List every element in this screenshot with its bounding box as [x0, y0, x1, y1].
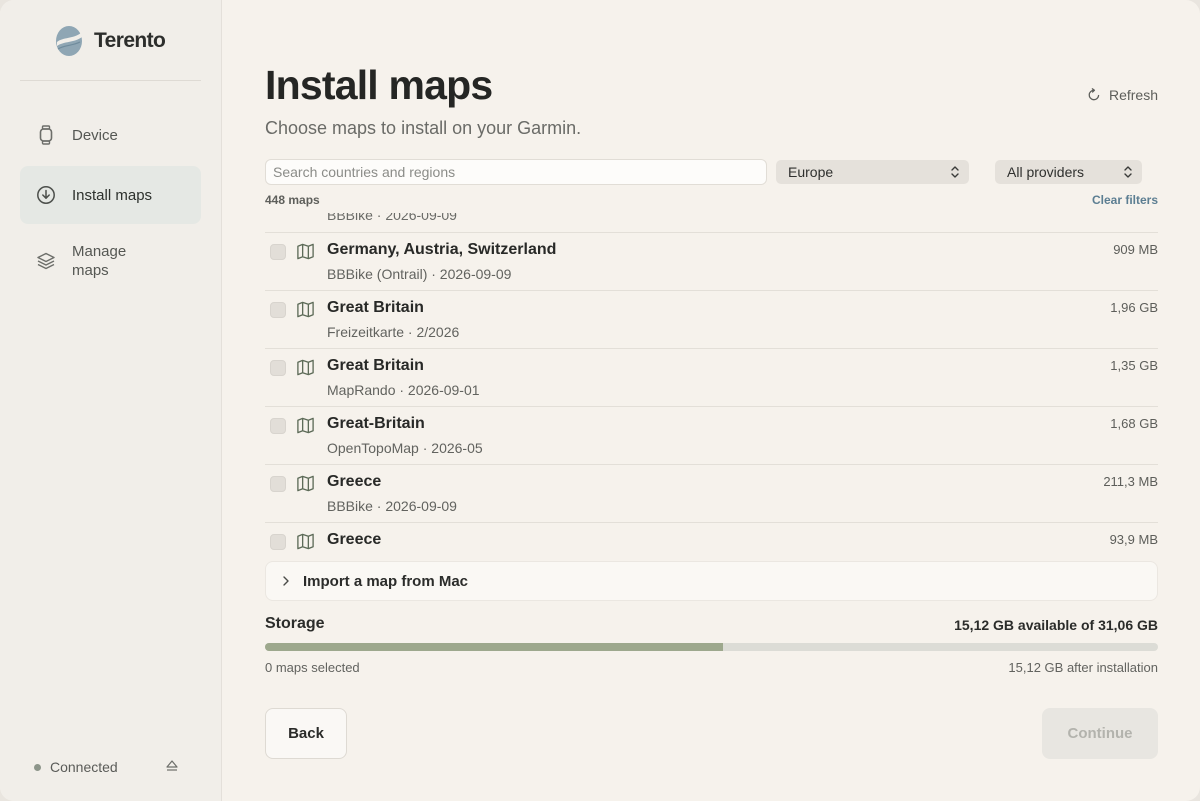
main-content: Install maps Choose maps to install on y…	[222, 0, 1200, 801]
map-meta: BBBike · 2026-09-09	[327, 498, 457, 514]
map-meta: BBBike (Ontrail) · 2026-09-09	[327, 266, 512, 282]
map-size: 909 MB	[1113, 242, 1158, 257]
refresh-label: Refresh	[1108, 87, 1158, 103]
map-name: Germany, Austria, Switzerland	[327, 241, 557, 258]
map-checkbox[interactable]	[270, 476, 286, 492]
connection-status: Connected	[34, 759, 184, 775]
download-circle-icon	[36, 185, 56, 205]
list-item[interactable]: Greece BBBike · 2026-09-09 211,3 MB	[265, 465, 1158, 523]
list-item[interactable]: Germany, Austria, Switzerland BBBike (Ont…	[265, 233, 1158, 291]
region-select[interactable]: Europe	[776, 160, 969, 184]
sidebar-item-device[interactable]: Device	[20, 106, 201, 164]
map-icon	[296, 358, 315, 377]
map-size: 93,9 MB	[1109, 532, 1158, 547]
map-meta: MapRando · 2026-09-01	[327, 382, 480, 398]
list-item[interactable]: Great-Britain OpenTopoMap · 2026-05 1,68 G…	[265, 407, 1158, 465]
refresh-button[interactable]: Refresh	[1087, 87, 1158, 103]
map-icon	[296, 416, 315, 435]
map-icon	[296, 242, 315, 261]
sidebar-item-label: Device	[72, 126, 118, 144]
status-dot	[34, 763, 41, 771]
import-label: Import a map from Mac	[303, 572, 469, 590]
eject-icon[interactable]	[166, 759, 178, 773]
status-label: Connected	[50, 759, 118, 775]
page-subtitle: Choose maps to install on your Garmin.	[265, 118, 582, 138]
list-item[interactable]: Greece 93,9 MB	[265, 523, 1158, 554]
region-select-value: Europe	[788, 164, 834, 180]
sidebar-item-label: Install maps	[72, 186, 153, 204]
clear-filters-link[interactable]: Clear filters	[1092, 193, 1158, 207]
map-name: Great Britain	[327, 299, 424, 316]
sidebar-item-install-maps[interactable]: Install maps	[20, 166, 201, 224]
map-name: Greece	[327, 473, 382, 490]
map-count: 448 maps	[265, 193, 320, 207]
list-item[interactable]: Great Britain Freizeitkarte · 2/2026 1,96 …	[265, 291, 1158, 349]
map-checkbox[interactable]	[270, 244, 286, 260]
chevron-right-icon	[283, 576, 289, 586]
map-size: 211,3 MB	[1103, 474, 1158, 489]
storage-bar-fill	[265, 643, 724, 651]
map-meta: OpenTopoMap · 2026-05	[327, 440, 483, 456]
map-icon	[296, 474, 315, 493]
app-name: Terento	[94, 29, 166, 52]
list-item[interactable]: Great Britain MapRando · 2026-09-01 1,35 G…	[265, 349, 1158, 407]
map-icon	[296, 532, 315, 551]
sidebar-divider	[20, 80, 201, 81]
sidebar-item-manage-maps[interactable]: Manage maps	[20, 226, 201, 296]
map-meta: BBBike · 2026-09-09	[327, 213, 457, 223]
map-checkbox[interactable]	[270, 534, 286, 550]
sidebar: Terento Device Install maps Manage maps …	[0, 0, 222, 801]
map-name: Great Britain	[327, 357, 424, 374]
page-title: Install maps	[265, 62, 493, 108]
app-window: Terento Device Install maps Manage maps …	[0, 0, 1200, 801]
list-item: BBBike · 2026-09-09	[265, 213, 1158, 233]
storage-label: Storage	[265, 615, 325, 632]
map-icon	[296, 300, 315, 319]
chevron-up-down-icon	[951, 166, 959, 178]
chevron-up-down-icon	[1124, 166, 1132, 178]
storage-available: 15,12 GB available of 31,06 GB	[954, 617, 1158, 633]
map-size: 1,35 GB	[1110, 358, 1158, 373]
storage-bar	[265, 643, 1158, 651]
continue-button[interactable]: Continue	[1042, 708, 1158, 759]
watch-icon	[36, 125, 56, 145]
refresh-icon	[1088, 88, 1100, 101]
sidebar-nav: Device Install maps Manage maps	[20, 106, 201, 298]
map-meta: Freizeitkarte · 2/2026	[327, 324, 460, 340]
map-checkbox[interactable]	[270, 360, 286, 376]
provider-select-value: All providers	[1007, 164, 1085, 180]
provider-select[interactable]: All providers	[995, 160, 1142, 184]
back-button[interactable]: Back	[265, 708, 347, 759]
map-checkbox[interactable]	[270, 418, 286, 434]
map-size: 1,96 GB	[1110, 300, 1158, 315]
after-install-label: 15,12 GB after installation	[1008, 660, 1158, 675]
terento-logo-icon	[56, 26, 82, 56]
map-checkbox[interactable]	[270, 302, 286, 318]
sidebar-item-label: Manage maps	[72, 243, 127, 279]
map-name: Great-Britain	[327, 415, 425, 432]
map-name: Greece	[327, 531, 382, 548]
search-input[interactable]	[265, 159, 767, 185]
layers-icon	[36, 251, 56, 271]
selected-count: 0 maps selected	[265, 660, 360, 675]
import-map-disclosure[interactable]: Import a map from Mac	[265, 561, 1158, 601]
map-size: 1,68 GB	[1110, 416, 1158, 431]
map-list[interactable]: BBBike · 2026-09-09 Germany, Austria, Sw…	[265, 213, 1158, 554]
app-logo: Terento	[54, 25, 166, 57]
